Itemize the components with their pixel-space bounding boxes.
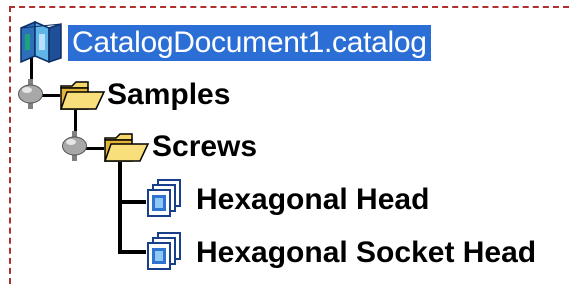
tree-item-label: Hexagonal Head [196, 183, 430, 216]
tree-item-catalog-root[interactable]: CatalogDocument1.catalog [14, 20, 484, 66]
tree-connector [118, 200, 146, 204]
tree-item-hexagonal-socket-head[interactable]: Hexagonal Socket Head [146, 229, 566, 275]
gray-node-icon[interactable] [16, 77, 46, 111]
tree-item-screws[interactable]: Screws [58, 124, 278, 170]
gray-node-icon[interactable] [60, 129, 90, 163]
document-icon [147, 179, 181, 217]
open-folder-icon [59, 81, 106, 110]
tree-item-label: Screws [152, 130, 258, 163]
tree-item-label: CatalogDocument1.catalog [68, 25, 431, 61]
catalog-tree: CatalogDocument1.catalog Samples Screws [0, 0, 573, 284]
tree-item-label: Hexagonal Socket Head [196, 236, 537, 269]
tree-connector [118, 250, 146, 254]
tree-item-label: Samples [107, 78, 231, 111]
tree-connector [118, 162, 122, 252]
tree-item-samples[interactable]: Samples [14, 72, 254, 118]
catalog-book-icon [20, 20, 62, 64]
tree-item-hexagonal-head[interactable]: Hexagonal Head [146, 176, 486, 222]
document-icon [147, 232, 181, 270]
open-folder-icon [103, 133, 150, 162]
